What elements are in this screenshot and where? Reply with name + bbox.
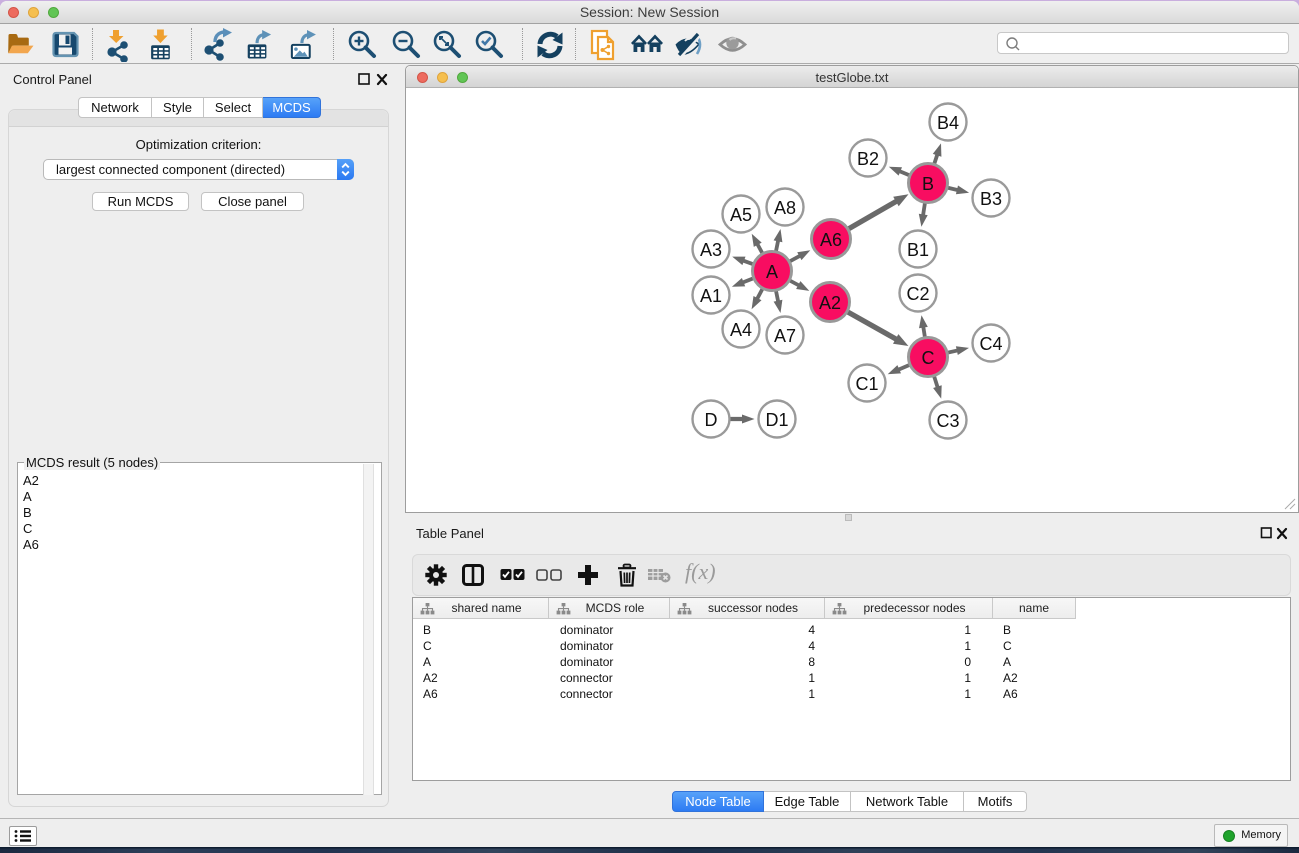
svg-text:A1: A1 (700, 286, 722, 306)
svg-text:A4: A4 (730, 320, 752, 340)
svg-text:A6: A6 (820, 230, 842, 250)
svg-text:C: C (922, 348, 935, 368)
svg-text:B1: B1 (907, 240, 929, 260)
svg-text:D: D (705, 410, 718, 430)
svg-text:C2: C2 (906, 284, 929, 304)
svg-text:B4: B4 (937, 113, 959, 133)
svg-text:A8: A8 (774, 198, 796, 218)
svg-text:B: B (922, 174, 934, 194)
svg-text:C4: C4 (979, 334, 1002, 354)
svg-text:A3: A3 (700, 240, 722, 260)
svg-text:C1: C1 (855, 374, 878, 394)
svg-text:C3: C3 (936, 411, 959, 431)
svg-text:A2: A2 (819, 293, 841, 313)
svg-text:A7: A7 (774, 326, 796, 346)
svg-text:D1: D1 (765, 410, 788, 430)
svg-text:B3: B3 (980, 189, 1002, 209)
svg-text:A: A (766, 262, 778, 282)
svg-text:A5: A5 (730, 205, 752, 225)
svg-text:B2: B2 (857, 149, 879, 169)
